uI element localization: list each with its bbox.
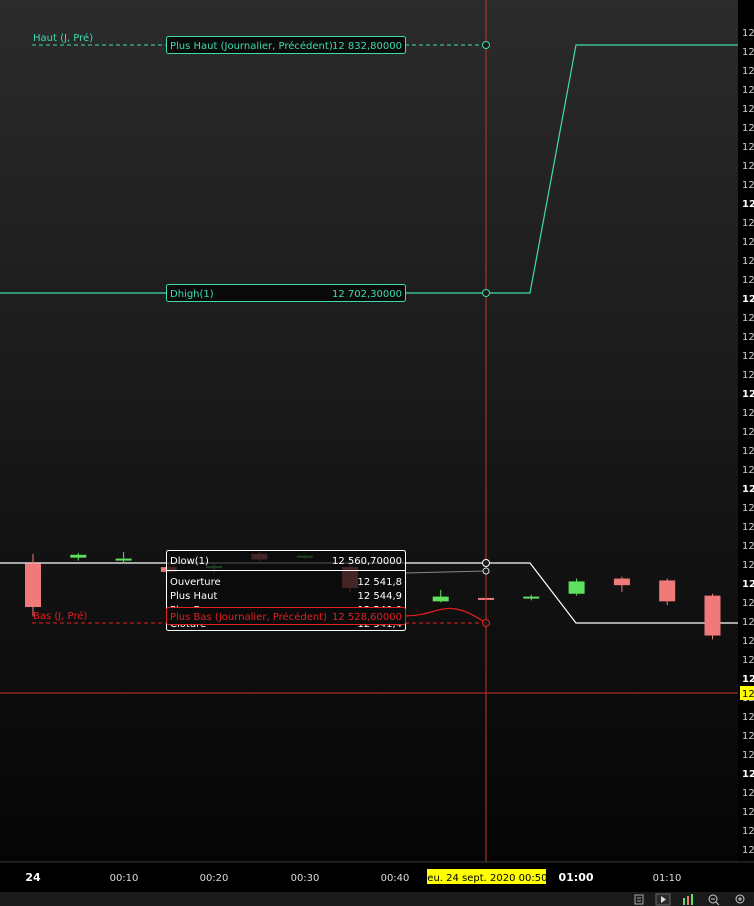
price-axis-tick: 12 [742,484,754,495]
price-axis-tick: 12 [742,769,754,780]
price-axis-tick: 12 [742,294,754,305]
price-axis-tick: 12 [742,731,754,742]
price-axis-tick: 12 [742,275,754,286]
prev-low-label-value: 12 528,60000 [332,612,402,623]
prev-high-label-value: 12 832,80000 [332,41,402,52]
price-axis-tick: 12 [742,218,754,229]
marker-prev-high [482,41,490,49]
price-axis-crosshair-text: 12 [742,689,754,700]
price-axis-tick: 12 [742,332,754,343]
price-axis-tick: 12 [742,655,754,666]
price-axis-tick: 12 [742,123,754,134]
time-tick-0110: 01:10 [653,873,682,884]
candle-body[interactable] [25,563,41,608]
price-axis-tick: 12 [742,28,754,39]
dlow-label-value: 12 560,70000 [332,556,402,567]
marker-dlow [482,559,490,567]
price-axis-tick: 12 [742,408,754,419]
marker-close [482,567,490,575]
price-axis-tick: 12 [742,636,754,647]
price-axis-tick: 12 [742,522,754,533]
candle-body[interactable] [659,580,676,602]
price-axis-tick: 12 [742,199,754,210]
price-axis-tick: 12 [742,826,754,837]
price-axis-tick: 12 [742,313,754,324]
candle-body[interactable] [613,578,630,586]
time-tick-0020: 00:20 [200,873,229,884]
price-axis-tick: 12 [742,237,754,248]
price-axis-tick: 12 [742,788,754,799]
time-tick-0040: 00:40 [381,873,410,884]
price-axis-tick: 12 [742,845,754,856]
price-axis-tick: 12 [742,85,754,96]
candle-body[interactable] [70,554,87,558]
tooltip-open-value: 12 541,8 [357,577,402,588]
price-axis-tick: 12 [742,560,754,571]
candle-body[interactable] [704,595,721,636]
price-axis-tick: 12 [742,503,754,514]
price-axis-tick: 12 [742,389,754,400]
chart-background [0,0,738,862]
dhigh-label-name: Dhigh(1) [170,289,214,300]
prev-low-label-box[interactable]: Plus Bas (Journalier, Précédent) 12 528,… [166,607,406,625]
dhigh-label-value: 12 702,30000 [332,289,402,300]
time-axis-crosshair-text: jeu. 24 sept. 2020 00:50 [424,873,548,884]
dlow-label-name: Dlow(1) [170,556,209,567]
price-axis-tick: 12 [742,807,754,818]
price-axis-tick: 12 [742,180,754,191]
price-axis-tick: 12 [742,541,754,552]
price-chart[interactable]: 12 12 12 12 12 12 12 12 12 12 12 12 12 12 12 12 12 12 12 12… [0,0,754,906]
price-axis-tick: 12 [742,750,754,761]
candle-body[interactable] [568,581,585,594]
marker-dhigh [482,289,490,297]
prev-high-label-box[interactable]: Plus Haut (Journalier, Précédent) 12 832… [166,36,406,54]
price-axis-tick: 12 [742,256,754,267]
price-axis-tick: 12 [742,161,754,172]
price-axis-tick: 12 [742,674,754,685]
prev-high-left-label: Haut (J, Pré) [33,32,93,44]
time-tick-0030: 00:30 [291,873,320,884]
price-axis-tick: 12 [742,47,754,58]
prev-high-label-name: Plus Haut (Journalier, Précédent) [170,40,333,52]
marker-prev-low [482,619,490,627]
time-tick-0010: 00:10 [110,873,139,884]
price-axis-tick: 12 [742,598,754,609]
candle-body[interactable] [523,596,540,599]
price-axis-tick: 12 [742,579,754,590]
play-forward-icon[interactable] [655,893,671,906]
price-axis-tick: 12 [742,427,754,438]
tooltip-high-label: Plus Haut [170,591,218,602]
price-axis-tick: 12 [742,66,754,77]
price-axis-tick: 12 [742,712,754,723]
prev-low-left-label: Bas (J, Pré) [33,610,87,622]
price-axis-tick: 12 [742,104,754,115]
time-tick-0100: 01:00 [558,871,593,884]
tooltip-open-label: Ouverture [170,577,221,588]
price-axis-tick: 12 [742,370,754,381]
price-axis-tick: 12 [742,617,754,628]
candle-body[interactable] [115,558,132,561]
time-tick-24: 24 [25,871,41,884]
tooltip-high-value: 12 544,9 [357,591,402,602]
price-axis-tick: 12 [742,142,754,153]
price-axis-tick: 12 [742,351,754,362]
price-axis-tick: 12 [742,465,754,476]
price-axis-tick: 12 [742,446,754,457]
candle-body[interactable] [432,596,449,602]
prev-low-label-name: Plus Bas (Journalier, Précédent) [170,611,327,623]
dhigh-label-box[interactable]: Dhigh(1) 12 702,30000 [166,284,406,302]
